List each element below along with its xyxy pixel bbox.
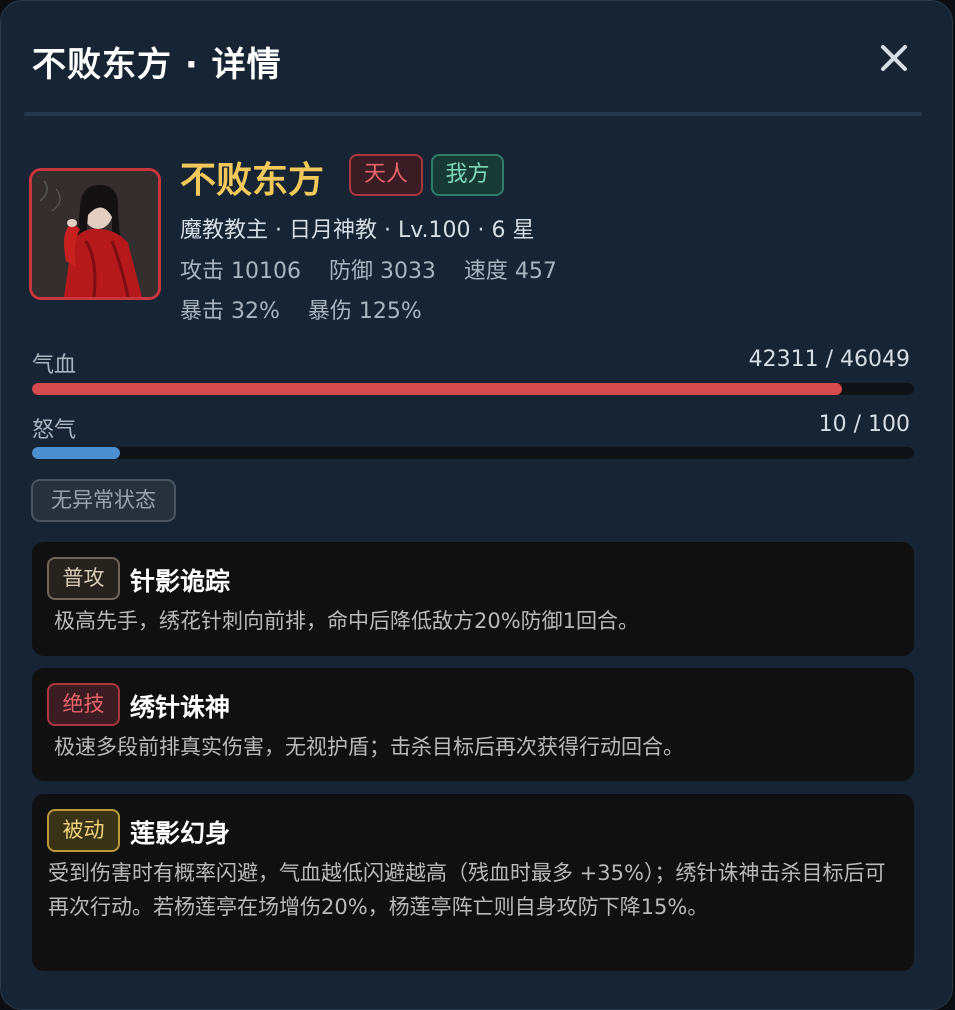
hero-info-line: 魔教教主 · 日月神教 · Lv.100 · 6 星 (180, 218, 535, 243)
skill-name: 针影诡踪 (130, 567, 231, 596)
skill-description: 极速多段前排真实伤害，无视护盾；击杀目标后再次获得行动回合。 (54, 735, 684, 759)
status-badge: 无异常状态 (31, 479, 176, 522)
skill-card-normal[interactable]: 普攻 针影诡踪 极高先手，绣花针刺向前排，命中后降低敌方20%防御1回合。 (32, 542, 914, 656)
skill-description: 极高先手，绣花针刺向前排，命中后降低敌方20%防御1回合。 (54, 609, 640, 633)
hp-label: 气血 (32, 353, 77, 378)
rage-label: 怒气 (32, 418, 77, 443)
rage-bar-fill (32, 447, 121, 459)
close-button[interactable] (873, 37, 915, 79)
panel-title: 不败东方 · 详情 (32, 45, 282, 85)
hero-portrait (29, 168, 161, 300)
skill-card-ultimate[interactable]: 绝技 绣针诛神 极速多段前排真实伤害，无视护盾；击杀目标后再次获得行动回合。 (32, 668, 914, 781)
side-badge: 我方 (431, 154, 504, 196)
hero-stats-line: 攻击 10106 防御 3033 速度 457 (180, 259, 557, 284)
header-divider (24, 112, 922, 116)
hero-name: 不败东方 (180, 160, 325, 201)
skill-description: 受到伤害时有概率闪避，气血越低闪避越高（残血时最多 +35%）；绣针诛神击杀目标… (48, 861, 886, 919)
hp-bar (32, 383, 914, 395)
rage-value: 10 / 100 (818, 412, 910, 437)
skill-name: 绣针诛神 (130, 693, 231, 722)
skill-type-tag: 绝技 (47, 683, 120, 726)
hero-detail-panel: 不败东方 · 详情 不败东方 天人 我方 魔教教主 · 日月神教 · Lv.10… (0, 0, 953, 1010)
close-icon (881, 45, 907, 71)
rank-badge: 天人 (349, 154, 423, 196)
skill-card-passive[interactable]: 被动 莲影幻身 受到伤害时有概率闪避，气血越低闪避越高（残血时最多 +35%）；… (32, 794, 914, 971)
skill-type-tag: 普攻 (47, 557, 120, 600)
skill-type-tag: 被动 (47, 809, 120, 852)
hp-value: 42311 / 46049 (748, 347, 910, 372)
hp-bar-fill (32, 383, 843, 395)
skill-name: 莲影幻身 (130, 819, 231, 848)
hero-crit-line: 暴击 32% 暴伤 125% (180, 299, 422, 324)
rage-bar (32, 447, 914, 459)
